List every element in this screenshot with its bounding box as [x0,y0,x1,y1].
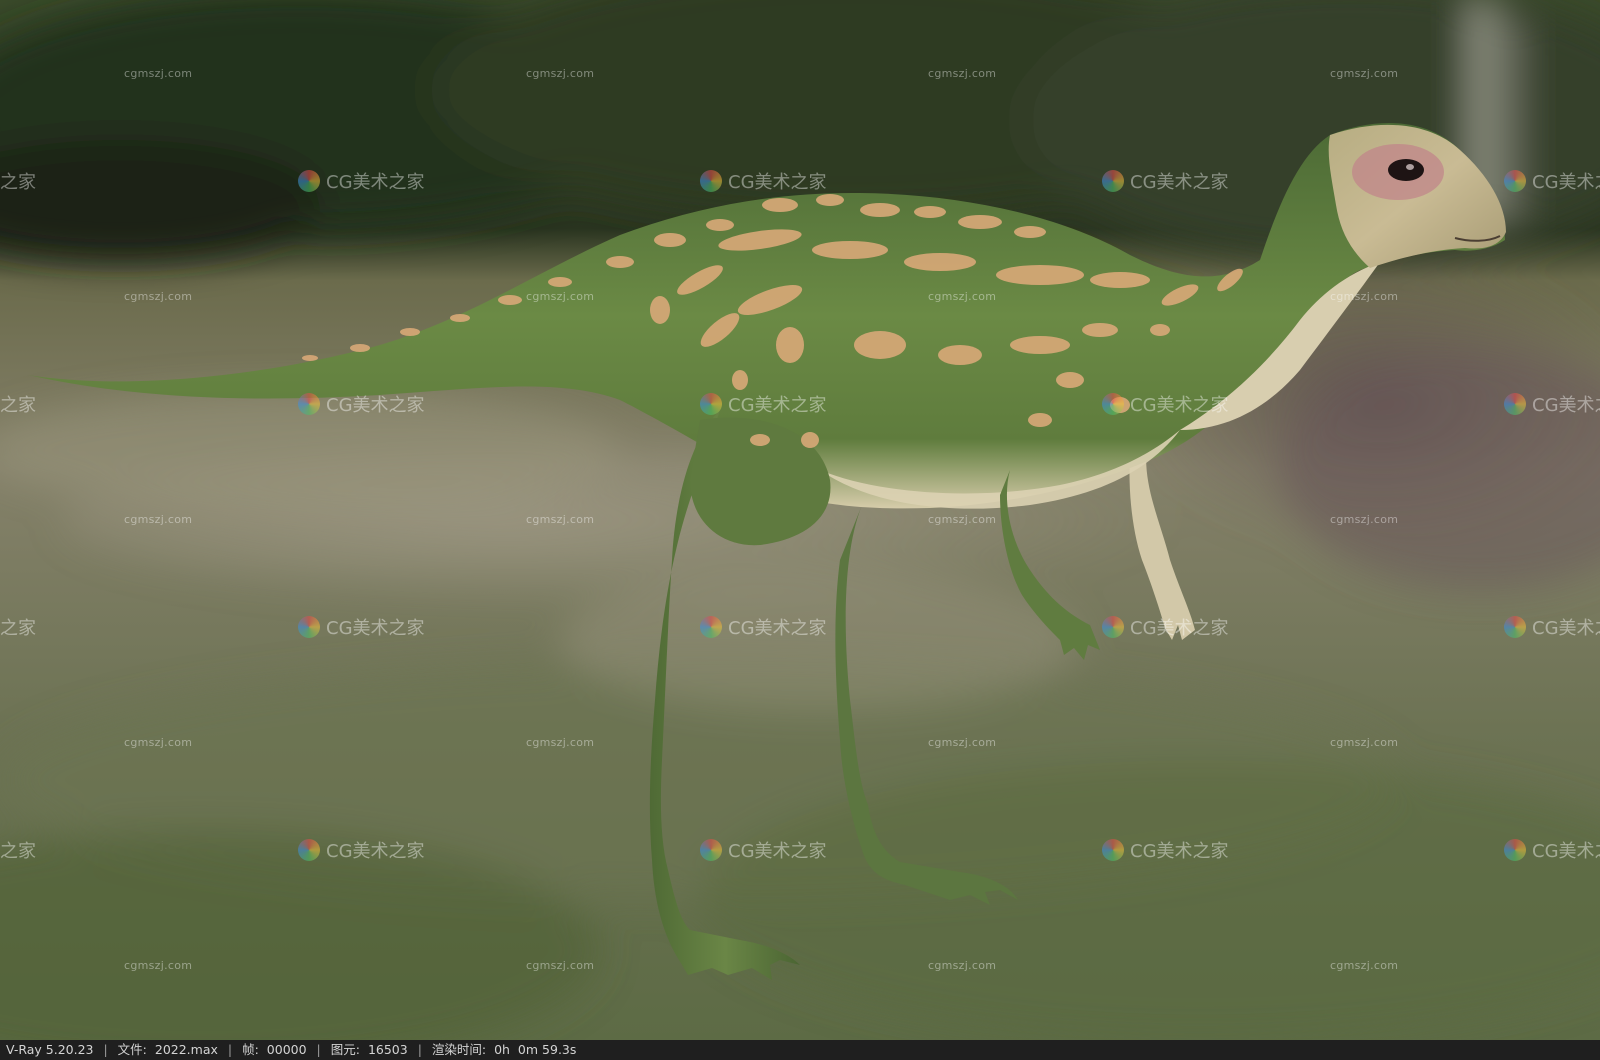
pixels-value: 16503 [367,1042,408,1057]
render-time-label: 渲染时间: [431,1042,487,1057]
frame-value: 00000 [266,1042,307,1057]
pixels-label: 图元: [330,1042,360,1057]
renderer-version: V-Ray 5.20.23 [6,1042,94,1057]
render-image [0,0,1600,1040]
file-label: 文件: [117,1042,147,1057]
render-viewport: cgmszj.com cgmszj.com cgmszj.com cgmszj.com… [0,0,1600,1040]
render-status-bar: V-Ray 5.20.23 | 文件: 2022.max | 帧: 00000 … [0,1040,1600,1060]
separator: | [316,1042,321,1057]
separator: | [103,1042,108,1057]
separator: | [417,1042,422,1057]
separator: | [227,1042,233,1057]
render-time-value: 0h 0m 59.3s [494,1042,577,1057]
file-value: 2022.max [154,1042,218,1057]
frame-label: 帧: [242,1042,259,1057]
